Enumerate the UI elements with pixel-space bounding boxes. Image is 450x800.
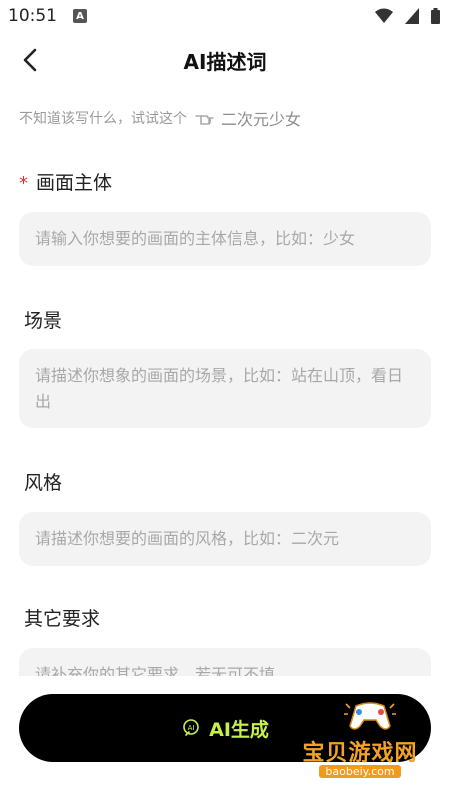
style-input[interactable]: 请描述你想要的画面的风格，比如：二次元 [19, 512, 431, 566]
other-placeholder: 请补充你的其它要求，若无可不填 [35, 665, 276, 676]
required-mark: * [19, 173, 28, 194]
other-input[interactable]: 请补充你的其它要求，若无可不填 [19, 648, 431, 676]
scene-input[interactable]: 请描述你想象的画面的场景，比如：站在山顶，看日出 [19, 349, 431, 428]
subject-input[interactable]: 请输入你想要的画面的主体信息，比如：少女 [19, 212, 431, 266]
watermark-text: 宝贝游戏网 [302, 740, 418, 766]
pointing-hand-icon [195, 115, 214, 125]
subject-section-label: * 画面主体 [19, 168, 112, 195]
subject-label-text: 画面主体 [36, 172, 113, 194]
svg-text:AI: AI [188, 724, 195, 732]
hint-example-text: 二次元少女 [221, 110, 302, 129]
subject-placeholder: 请输入你想要的画面的主体信息，比如：少女 [35, 229, 356, 248]
watermark-url: baobeiy.com [319, 764, 401, 778]
watermark: 宝贝游戏网 baobeiy.com [300, 730, 420, 782]
other-section-label: 其它要求 [24, 608, 101, 630]
scene-placeholder: 请描述你想象的画面的场景，比如：站在山顶，看日出 [35, 366, 404, 411]
style-placeholder: 请描述你想要的画面的风格，比如：二次元 [35, 529, 340, 548]
hint-example-button[interactable]: 二次元少女 [195, 106, 301, 130]
ai-sparkle-icon: AI [183, 719, 199, 736]
scene-section-label: 场景 [24, 310, 63, 332]
hint-prompt: 不知道该写什么，试试这个 [19, 111, 187, 127]
hint-row: 不知道该写什么，试试这个 二次元少女 [19, 106, 301, 130]
ai-generate-label: AI生成 [209, 718, 269, 741]
form-scroll-area[interactable]: 不知道该写什么，试试这个 二次元少女 * 画面主体 请输入你想要的画面的主体信息，… [0, 0, 450, 676]
style-section-label: 风格 [24, 472, 63, 494]
gamepad-logo-icon [344, 702, 396, 730]
